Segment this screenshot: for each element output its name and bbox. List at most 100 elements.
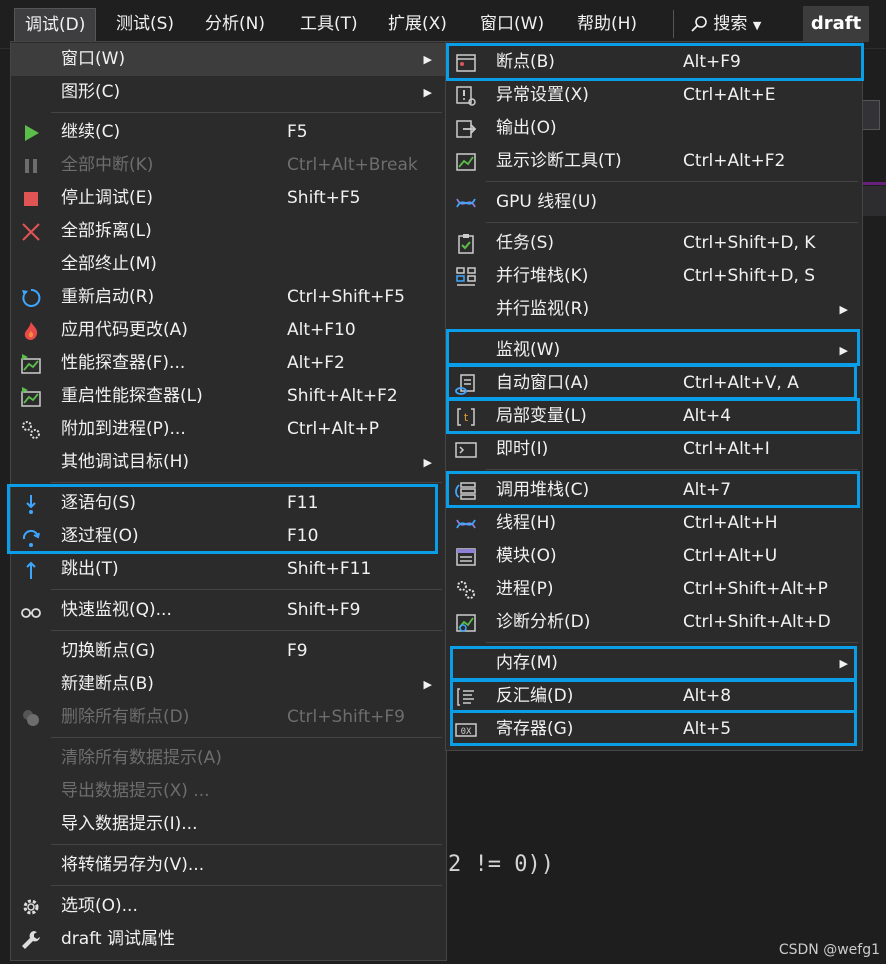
menu-item-label: 重启性能探查器(L) [61, 386, 203, 406]
menu-item-toggle-breakpoint[interactable]: 切换断点(G) F9 [11, 635, 446, 668]
menu-item-label: 新建断点(B) [61, 674, 154, 694]
menu-item-terminate-all[interactable]: 全部终止(M) [11, 248, 446, 281]
project-badge[interactable]: draft [803, 6, 869, 42]
menu-item-label: 全部拆离(L) [61, 221, 152, 241]
menu-item-shortcut: Ctrl+Shift+Alt+P [683, 579, 828, 599]
menu-item-restart[interactable]: 重新启动(R) Ctrl+Shift+F5 [11, 281, 446, 314]
highlight-disassembly [450, 679, 857, 713]
menu-item-other-debug-targets[interactable]: 其他调试目标(H) ▶ [11, 446, 446, 479]
menu-item-label: 进程(P) [496, 579, 554, 599]
menu-item-import-datatips[interactable]: 导入数据提示(I)... [11, 808, 446, 841]
menu-item-label: 删除所有断点(D) [61, 707, 190, 727]
submenu-item-processes[interactable]: 进程(P) Ctrl+Shift+Alt+P [446, 573, 862, 606]
submenu-item-parallel-stacks[interactable]: 并行堆栈(K) Ctrl+Shift+D, S [446, 260, 862, 293]
menu-separator [51, 112, 442, 113]
menu-debug[interactable]: 调试(D) [14, 8, 97, 42]
submenu-item-gpu-threads[interactable]: GPU 线程(U) [446, 186, 862, 219]
restart-icon [22, 288, 41, 307]
menu-separator [51, 885, 442, 886]
menu-item-label: 并行堆栈(K) [496, 266, 589, 286]
menu-item-continue[interactable]: 继续(C) F5 [11, 116, 446, 149]
gears-icon [457, 581, 475, 599]
step-out-icon [26, 561, 36, 579]
menu-item-label: 其他调试目标(H) [61, 452, 190, 472]
gears-icon [22, 421, 40, 439]
menu-item-shortcut: Ctrl+Shift+F9 [287, 707, 405, 727]
menu-item-label: 图形(C) [61, 82, 121, 102]
menu-help[interactable]: 帮助(H) [567, 8, 647, 40]
menu-item-debug-properties[interactable]: draft 调试属性 [11, 923, 446, 956]
menu-item-stop-debugging[interactable]: 停止调试(E) Shift+F5 [11, 182, 446, 215]
submenu-arrow-icon: ▶ [839, 303, 848, 316]
menu-item-shortcut: Ctrl+Shift+D, S [683, 266, 816, 286]
submenu-arrow-icon: ▶ [423, 86, 432, 99]
submenu-item-tasks[interactable]: 任务(S) Ctrl+Shift+D, K [446, 227, 862, 260]
toolbar-dropdown[interactable] [860, 100, 880, 130]
menu-item-shortcut: Ctrl+Shift+Alt+D [683, 612, 831, 632]
menu-separator [486, 181, 858, 182]
profiler-icon [21, 354, 41, 374]
immediate-icon [455, 442, 477, 458]
submenu-item-immediate[interactable]: 即时(I) Ctrl+Alt+I [446, 433, 862, 466]
menu-item-relaunch-profiler[interactable]: 重启性能探查器(L) Shift+Alt+F2 [11, 380, 446, 413]
submenu-arrow-icon: ▶ [423, 678, 432, 691]
submenu-item-parallel-watch[interactable]: 并行监视(R) ▶ [446, 293, 862, 326]
menu-item-label: 即时(I) [496, 439, 549, 459]
submenu-arrow-icon: ▶ [423, 53, 432, 66]
menu-item-window[interactable]: 窗口(W) ▶ [11, 43, 446, 76]
close-icon [22, 223, 40, 241]
menu-item-shortcut: Ctrl+Alt+Break [287, 155, 418, 175]
menu-item-shortcut: Alt+F2 [287, 353, 345, 373]
submenu-item-diagnostic-analysis[interactable]: 诊断分析(D) Ctrl+Shift+Alt+D [446, 606, 862, 639]
menu-item-detach-all[interactable]: 全部拆离(L) [11, 215, 446, 248]
menu-separator [51, 844, 442, 845]
menu-item-graphics[interactable]: 图形(C) ▶ [11, 76, 446, 109]
menu-separator [486, 642, 858, 643]
menu-window[interactable]: 窗口(W) [470, 8, 554, 40]
submenu-item-output[interactable]: 输出(O) [446, 112, 862, 145]
menu-item-apply-code-changes[interactable]: 应用代码更改(A) Alt+F10 [11, 314, 446, 347]
flame-icon [24, 322, 38, 340]
menu-item-label: 快速监视(Q)... [61, 600, 172, 620]
delete-breakpoints-icon [23, 710, 39, 726]
menu-separator [51, 589, 442, 590]
menu-item-delete-all-breakpoints[interactable]: 删除所有断点(D) Ctrl+Shift+F9 [11, 701, 446, 734]
menu-test[interactable]: 测试(S) [106, 8, 184, 40]
menu-item-attach-to-process[interactable]: 附加到进程(P)... Ctrl+Alt+P [11, 413, 446, 446]
submenu-item-diagnostic-tools[interactable]: 显示诊断工具(T) Ctrl+Alt+F2 [446, 145, 862, 178]
menu-item-clear-datatips[interactable]: 清除所有数据提示(A) [11, 742, 446, 775]
search-box[interactable]: 搜索 ▼ [690, 8, 761, 40]
submenu-item-threads[interactable]: 线程(H) Ctrl+Alt+H [446, 507, 862, 540]
menu-extensions[interactable]: 扩展(X) [378, 8, 457, 40]
search-label: 搜索 [713, 14, 748, 34]
menu-item-new-breakpoint[interactable]: 新建断点(B) ▶ [11, 668, 446, 701]
highlight-breakpoints [446, 43, 864, 81]
menu-item-shortcut: Ctrl+Alt+U [683, 546, 778, 566]
menu-tools[interactable]: 工具(T) [290, 8, 368, 40]
menu-item-shortcut: Ctrl+Alt+E [683, 85, 776, 105]
submenu-item-exception-settings[interactable]: 异常设置(X) Ctrl+Alt+E [446, 79, 862, 112]
menu-item-save-dump-as[interactable]: 将转储另存为(V)... [11, 849, 446, 882]
menu-item-label: 继续(C) [61, 122, 121, 142]
window-submenu: 断点(B) Alt+F9 异常设置(X) Ctrl+Alt+E 输出(O) 显示… [445, 41, 864, 751]
exception-settings-icon [456, 86, 476, 106]
menu-item-options[interactable]: 选项(O)... [11, 890, 446, 923]
editor-tab-strip [862, 186, 886, 216]
menu-item-step-out[interactable]: 跳出(T) Shift+F11 [11, 553, 446, 586]
menu-item-label: 切换断点(G) [61, 641, 156, 661]
menu-item-quick-watch[interactable]: 快速监视(Q)... Shift+F9 [11, 594, 446, 627]
threads-icon [456, 198, 476, 208]
menu-item-performance-profiler[interactable]: 性能探查器(F)... Alt+F2 [11, 347, 446, 380]
highlight-locals [446, 398, 860, 434]
gear-icon [23, 899, 39, 915]
menu-item-export-datatips[interactable]: 导出数据提示(X) ... [11, 775, 446, 808]
menu-analyze[interactable]: 分析(N) [195, 8, 275, 40]
menu-item-label: 窗口(W) [61, 49, 126, 69]
menu-item-label: 停止调试(E) [61, 188, 154, 208]
stop-icon [24, 192, 38, 206]
menu-item-label: 将转储另存为(V)... [61, 855, 205, 875]
profiler-restart-icon [21, 387, 41, 407]
menu-item-shortcut: Ctrl+Shift+F5 [287, 287, 405, 307]
submenu-item-modules[interactable]: 模块(O) Ctrl+Alt+U [446, 540, 862, 573]
menu-item-break-all[interactable]: 全部中断(K) Ctrl+Alt+Break [11, 149, 446, 182]
